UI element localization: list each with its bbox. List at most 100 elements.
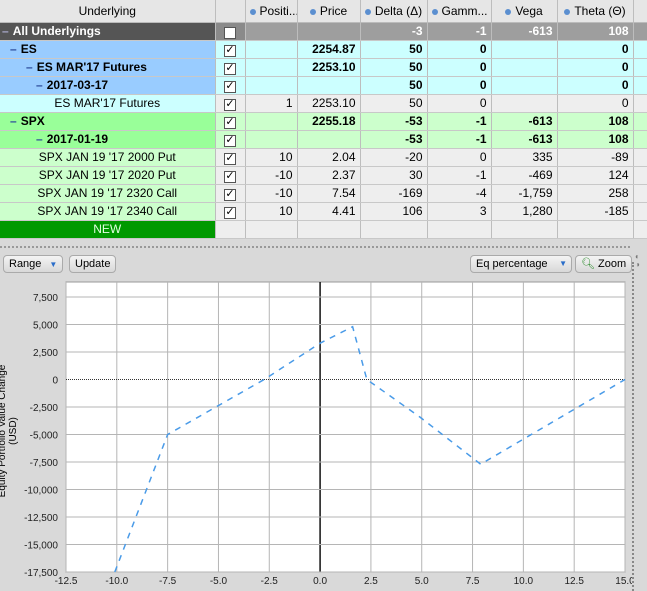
checkbox[interactable]: ✓ [224, 134, 236, 147]
collapse-icon[interactable]: – [10, 42, 17, 56]
collapse-icon[interactable]: – [36, 132, 43, 146]
price-cell: 2254.87 [297, 40, 361, 59]
include-checkbox-cell[interactable]: ✓ [215, 22, 246, 41]
include-checkbox-cell[interactable]: ✓ [215, 112, 246, 131]
gamma-cell: 0 [427, 148, 492, 167]
update-button[interactable]: Update [69, 255, 117, 273]
position-cell [245, 58, 298, 77]
empty-cell [360, 220, 428, 239]
table-row[interactable]: –2017-01-19 ✓ -53 -1 -613 108 [0, 130, 647, 149]
update-label: Update [75, 258, 111, 270]
checkbox[interactable]: ✓ [224, 116, 236, 129]
plot-area [65, 281, 626, 573]
panel-divider[interactable] [0, 246, 630, 248]
zoom-button[interactable]: 🔍︎ Zoom [575, 255, 633, 273]
table-row[interactable]: – SPX ✓ 2255.18 -53 -1 -613 108 [0, 112, 647, 131]
x-tick-label: 12.5 [564, 576, 584, 587]
gamma-cell: -1 [427, 112, 492, 131]
checkbox[interactable]: ✓ [224, 44, 236, 57]
position-cell: 10 [245, 148, 298, 167]
underlying-cell[interactable]: SPX JAN 19 '17 2320 Call [0, 184, 216, 203]
include-checkbox-cell[interactable]: ✓ [215, 40, 246, 59]
gamma-cell: 0 [427, 58, 492, 77]
include-checkbox-cell[interactable]: ✓ [215, 166, 246, 185]
table-row[interactable]: – ES ✓ 2254.87 50 0 0 [0, 40, 647, 59]
underlying-cell[interactable]: – ES MAR'17 Futures [0, 58, 216, 77]
underlying-cell[interactable]: ES MAR'17 Futures [0, 94, 216, 113]
collapse-icon[interactable]: – [10, 114, 17, 128]
col-header-position[interactable]: Positi... [245, 0, 298, 23]
col-header-delta[interactable]: Delta (Δ) [360, 0, 428, 23]
underlying-cell[interactable]: –2017-01-19 [0, 130, 216, 149]
position-cell: -10 [245, 166, 298, 185]
x-tick-label: 2.5 [364, 576, 378, 587]
gamma-cell: 0 [427, 40, 492, 59]
checkbox[interactable]: ✓ [224, 170, 236, 183]
x-tick-label: 5.0 [415, 576, 429, 587]
x-tick-label: -7.5 [159, 576, 177, 587]
col-header-gamma[interactable]: Gamm... [427, 0, 492, 23]
include-checkbox-cell[interactable]: ✓ [215, 58, 246, 77]
col-header-theta[interactable]: Theta (Θ) [557, 0, 634, 23]
table-row[interactable]: SPX JAN 19 '17 2020 Put ✓ -10 2.37 30 -1 -469 1… [0, 166, 647, 185]
theta-cell: 108 [557, 112, 634, 131]
checkbox[interactable]: ✓ [224, 188, 236, 201]
table-row[interactable]: –2017-03-17 ✓ 50 0 0 [0, 76, 647, 95]
underlying-cell[interactable]: – All Underlyings [0, 22, 216, 41]
include-checkbox-cell[interactable]: ✓ [215, 94, 246, 113]
table-row[interactable]: – ES MAR'17 Futures ✓ 2253.10 50 0 0 [0, 58, 647, 77]
price-cell: 4.41 [297, 202, 361, 221]
theta-cell: 0 [557, 40, 634, 59]
delta-cell: -53 [360, 112, 428, 131]
panel-resize-handle[interactable] [632, 262, 634, 591]
collapse-icon[interactable]: – [2, 24, 9, 38]
underlying-cell[interactable]: – SPX [0, 112, 216, 131]
table-row[interactable]: SPX JAN 19 '17 2000 Put ✓ 10 2.04 -20 0 335 -89 [0, 148, 647, 167]
include-checkbox-cell[interactable]: ✓ [215, 202, 246, 221]
col-header-vega[interactable]: Vega [491, 0, 558, 23]
mode-dropdown[interactable]: Eq percentage ▼ [470, 255, 572, 273]
vega-cell: -613 [491, 22, 558, 41]
include-checkbox-cell[interactable]: ✓ [215, 76, 246, 95]
column-info-icon [564, 8, 571, 15]
underlying-cell[interactable]: SPX JAN 19 '17 2340 Call [0, 202, 216, 221]
collapse-icon[interactable]: – [26, 60, 33, 74]
empty-cell [245, 220, 298, 239]
vega-cell [491, 40, 558, 59]
checkbox[interactable]: ✓ [224, 26, 236, 39]
checkbox[interactable]: ✓ [224, 152, 236, 165]
col-header-underlying[interactable]: Underlying [0, 0, 216, 23]
table-row[interactable]: ES MAR'17 Futures ✓ 1 2253.10 50 0 0 [0, 94, 647, 113]
vega-cell: 335 [491, 148, 558, 167]
checkbox[interactable]: ✓ [224, 98, 236, 111]
table-row[interactable]: – All Underlyings ✓ -3 -1 -613 108 [0, 22, 647, 41]
new-row-button[interactable]: NEW [0, 220, 216, 239]
include-checkbox-cell[interactable]: ✓ [215, 184, 246, 203]
collapse-icon[interactable]: – [36, 78, 43, 92]
filler-cell [633, 76, 647, 95]
new-row[interactable]: NEW [0, 220, 647, 239]
delta-cell: -20 [360, 148, 428, 167]
table-row[interactable]: SPX JAN 19 '17 2320 Call ✓ -10 7.54 -169 -4 -1… [0, 184, 647, 203]
checkbox[interactable]: ✓ [224, 80, 236, 93]
include-checkbox-cell[interactable]: ✓ [215, 148, 246, 167]
underlying-cell[interactable]: –2017-03-17 [0, 76, 216, 95]
col-header-price[interactable]: Price [297, 0, 361, 23]
position-cell [245, 112, 298, 131]
underlying-cell[interactable]: – ES [0, 40, 216, 59]
checkbox[interactable]: ✓ [224, 62, 236, 75]
checkbox[interactable]: ✓ [224, 206, 236, 219]
underlying-cell[interactable]: SPX JAN 19 '17 2000 Put [0, 148, 216, 167]
y-tick-label: -5,000 [30, 431, 59, 442]
col-header-checkbox[interactable] [215, 0, 246, 23]
panel-collapse-arrows-icon[interactable]: ◐ ◑ [635, 253, 640, 269]
delta-cell: -53 [360, 130, 428, 149]
include-checkbox-cell[interactable]: ✓ [215, 130, 246, 149]
vega-cell: -469 [491, 166, 558, 185]
range-dropdown[interactable]: Range ▼ [3, 255, 64, 273]
underlying-label: SPX JAN 19 '17 2320 Call [37, 186, 178, 200]
underlying-cell[interactable]: SPX JAN 19 '17 2020 Put [0, 166, 216, 185]
empty-cell [427, 220, 492, 239]
underlying-label: ES MAR'17 Futures [36, 60, 147, 74]
table-row[interactable]: SPX JAN 19 '17 2340 Call ✓ 10 4.41 106 3 1,280… [0, 202, 647, 221]
